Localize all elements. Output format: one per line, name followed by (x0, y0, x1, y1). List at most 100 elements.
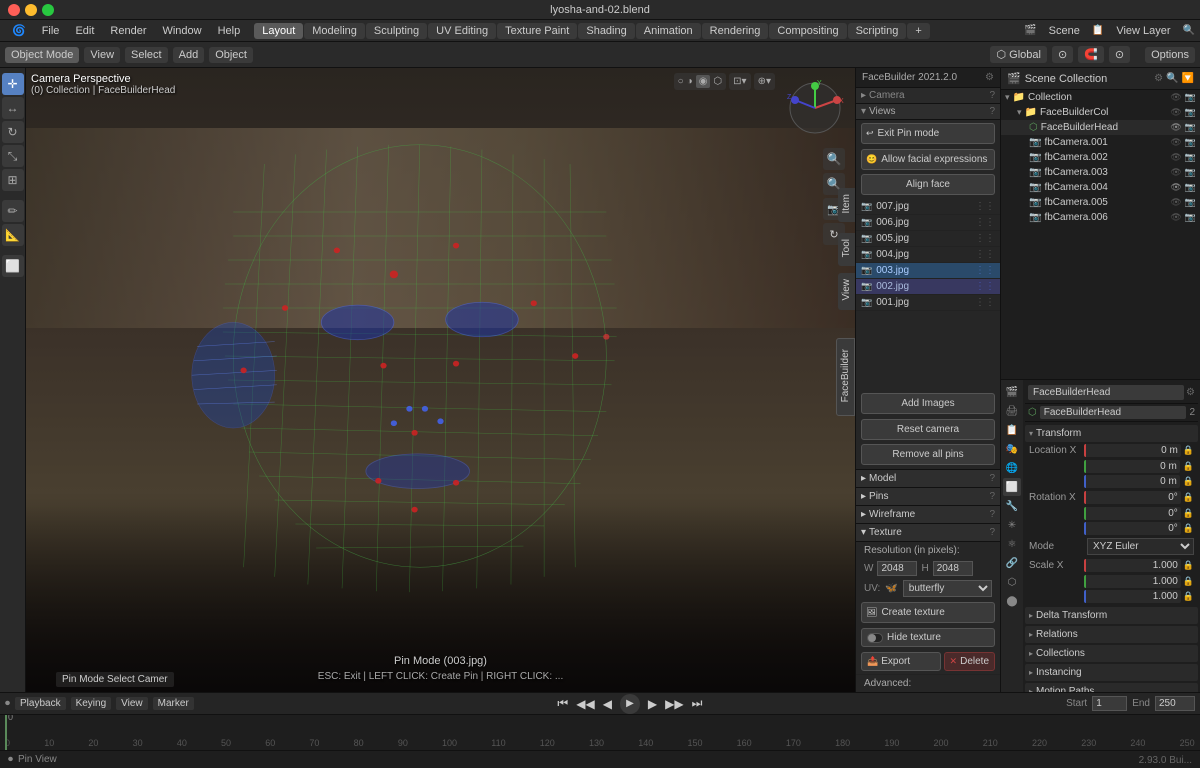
prev-frame-btn[interactable]: ◀ (603, 697, 612, 711)
scale-x-value[interactable]: 1.000 (1084, 559, 1181, 572)
location-x-value[interactable]: 0 m (1084, 444, 1181, 457)
rotation-x-value[interactable]: 0° (1084, 491, 1181, 504)
tool-annotate[interactable]: ✏ (2, 200, 24, 222)
snapping[interactable]: 🧲 (1078, 46, 1104, 63)
prop-icon-view-layer[interactable]: 📋 (1003, 421, 1021, 439)
tool-measure[interactable]: 📐 (2, 224, 24, 246)
workspace-add[interactable]: + (907, 23, 929, 39)
workspace-rendering[interactable]: Rendering (702, 23, 769, 39)
tree-vis-fbcamera006[interactable]: 👁 (1170, 212, 1181, 223)
workspace-animation[interactable]: Animation (636, 23, 701, 39)
sc-filter-btn[interactable]: 🔽 (1182, 73, 1194, 84)
tool-transform[interactable]: ⊞ (2, 169, 24, 191)
fb-settings-icon[interactable]: ⚙ (985, 72, 994, 83)
timeline-track[interactable]: 0 0 10 20 30 40 50 60 70 80 90 100 110 1… (0, 715, 1200, 750)
transform-space[interactable]: ⬡ Global (990, 46, 1046, 63)
rotation-mode-select[interactable]: XYZ Euler (1087, 538, 1194, 555)
lock-sy-icon[interactable]: 🔒 (1183, 576, 1194, 587)
uv-select[interactable]: butterfly (903, 580, 992, 597)
tree-vis-facebuilderhead[interactable]: 👁 (1170, 122, 1181, 133)
drag-handle-005[interactable]: ⋮⋮ (975, 233, 995, 244)
fb-views-header[interactable]: ▾ Views ? (856, 104, 1000, 120)
viewport-gizmo-dropdown[interactable]: ▾ (766, 76, 771, 87)
tree-render-collection[interactable]: 📷 (1185, 92, 1196, 103)
viewport-shading-rendered[interactable]: ◉ (696, 75, 711, 88)
prop-icon-world[interactable]: 🌐 (1003, 459, 1021, 477)
drag-handle-007[interactable]: ⋮⋮ (975, 201, 995, 212)
object-settings-icon[interactable]: ⚙ (1186, 387, 1195, 398)
prop-icon-constraints[interactable]: 🔗 (1003, 554, 1021, 572)
viewport-shading-material[interactable]: ◑ (687, 76, 693, 87)
export-button[interactable]: 📤 Export (861, 652, 941, 671)
tree-vis-fbcamera002[interactable]: 👁 (1170, 152, 1181, 163)
prop-icon-object[interactable]: ⬜ (1003, 478, 1021, 496)
tree-render-fbcamera005[interactable]: 📷 (1185, 197, 1196, 208)
prev-keyframe-btn[interactable]: ◀◀ (576, 697, 594, 711)
lock-sz-icon[interactable]: 🔒 (1183, 591, 1194, 602)
viewport-overlay-dropdown[interactable]: ▾ (742, 76, 747, 87)
sc-search-btn[interactable]: 🔍 (1166, 73, 1178, 84)
height-input[interactable] (933, 561, 973, 576)
sidebar-toggle-item[interactable]: Item (838, 188, 855, 222)
fb-views-help[interactable]: ? (989, 106, 995, 117)
close-button[interactable] (8, 4, 20, 16)
view-menu-tl[interactable]: View (116, 697, 148, 710)
playback-menu[interactable]: Playback (15, 697, 66, 710)
relations-header[interactable]: ▸ Relations (1025, 626, 1198, 643)
transform-pivot[interactable]: ⊙ (1052, 46, 1073, 63)
play-button[interactable]: ▶ (620, 694, 640, 714)
collections-header[interactable]: ▸ Collections (1025, 645, 1198, 662)
delete-button[interactable]: ✕ Delete (944, 652, 995, 671)
tree-item-fbcamera001[interactable]: 📷 fbCamera.001 👁 📷 (1001, 135, 1200, 150)
drag-handle-002[interactable]: ⋮⋮ (975, 281, 995, 292)
pins-help[interactable]: ? (989, 491, 995, 502)
tree-render-fbcamera003[interactable]: 📷 (1185, 167, 1196, 178)
workspace-shading[interactable]: Shading (578, 23, 634, 39)
transform-section-header[interactable]: ▾ Transform (1025, 425, 1198, 442)
end-frame-input[interactable] (1155, 696, 1195, 711)
mode-selector[interactable]: Object Mode (5, 47, 79, 63)
image-item-001[interactable]: 📷 001.jpg ⋮⋮ (856, 295, 1000, 311)
fb-camera-help[interactable]: ? (989, 90, 995, 101)
tree-render-fbcamera002[interactable]: 📷 (1185, 152, 1196, 163)
workspace-modeling[interactable]: Modeling (304, 23, 365, 39)
tree-item-fbcamera003[interactable]: 📷 fbCamera.003 👁 📷 (1001, 165, 1200, 180)
workspace-scripting[interactable]: Scripting (848, 23, 907, 39)
workspace-compositing[interactable]: Compositing (769, 23, 846, 39)
image-item-004[interactable]: 📷 004.jpg ⋮⋮ (856, 247, 1000, 263)
viewport-shading-solid[interactable]: ○ (678, 76, 684, 87)
tree-vis-fbcamera003[interactable]: 👁 (1170, 167, 1181, 178)
lock-rx-icon[interactable]: 🔒 (1183, 492, 1194, 503)
delta-transform-header[interactable]: ▸ Delta Transform (1025, 607, 1198, 624)
model-help[interactable]: ? (989, 473, 995, 484)
next-frame-btn[interactable]: ▶ (648, 697, 657, 711)
tree-render-facebuildercol[interactable]: 📷 (1185, 107, 1196, 118)
tree-vis-collection[interactable]: 👁 (1170, 92, 1181, 103)
jump-start-btn[interactable]: ⏮ (557, 696, 568, 711)
tree-item-fbcamera004[interactable]: 📷 fbCamera.004 👁 📷 (1001, 180, 1200, 195)
viewport-shading-wireframe[interactable]: ⬡ (713, 76, 722, 87)
tree-item-fbcamera005[interactable]: 📷 fbCamera.005 👁 📷 (1001, 195, 1200, 210)
object-menu[interactable]: Object (209, 47, 253, 63)
tree-render-facebuilderhead[interactable]: 📷 (1185, 122, 1196, 133)
tool-scale[interactable]: ⤡ (2, 145, 24, 167)
sidebar-toggle-facebuilder[interactable]: FaceBuilder (836, 338, 855, 416)
tree-vis-fbcamera005[interactable]: 👁 (1170, 197, 1181, 208)
location-y-value[interactable]: 0 m (1084, 460, 1180, 473)
scale-z-value[interactable]: 1.000 (1084, 590, 1181, 603)
workspace-layout[interactable]: Layout (254, 23, 303, 39)
rotation-y-value[interactable]: 0° (1084, 507, 1181, 520)
viewport-overlay-btn[interactable]: ⊡ (733, 76, 741, 87)
search-icon[interactable]: 🔍 (1183, 25, 1195, 36)
tool-cursor[interactable]: ✛ (2, 73, 24, 95)
pins-section[interactable]: ▸ Pins ? (856, 488, 1000, 506)
image-item-002[interactable]: 📷 002.jpg ⋮⋮ (856, 279, 1000, 295)
tool-rotate[interactable]: ↻ (2, 121, 24, 143)
width-input[interactable] (877, 561, 917, 576)
prop-icon-physics[interactable]: ⚛ (1003, 535, 1021, 553)
image-item-006[interactable]: 📷 006.jpg ⋮⋮ (856, 215, 1000, 231)
wireframe-help[interactable]: ? (989, 509, 995, 520)
tree-item-facebuilderhead[interactable]: ⬡ FaceBuilderHead 👁 📷 (1001, 120, 1200, 135)
location-z-value[interactable]: 0 m (1084, 475, 1180, 488)
scene-selector[interactable]: Scene (1042, 23, 1087, 39)
